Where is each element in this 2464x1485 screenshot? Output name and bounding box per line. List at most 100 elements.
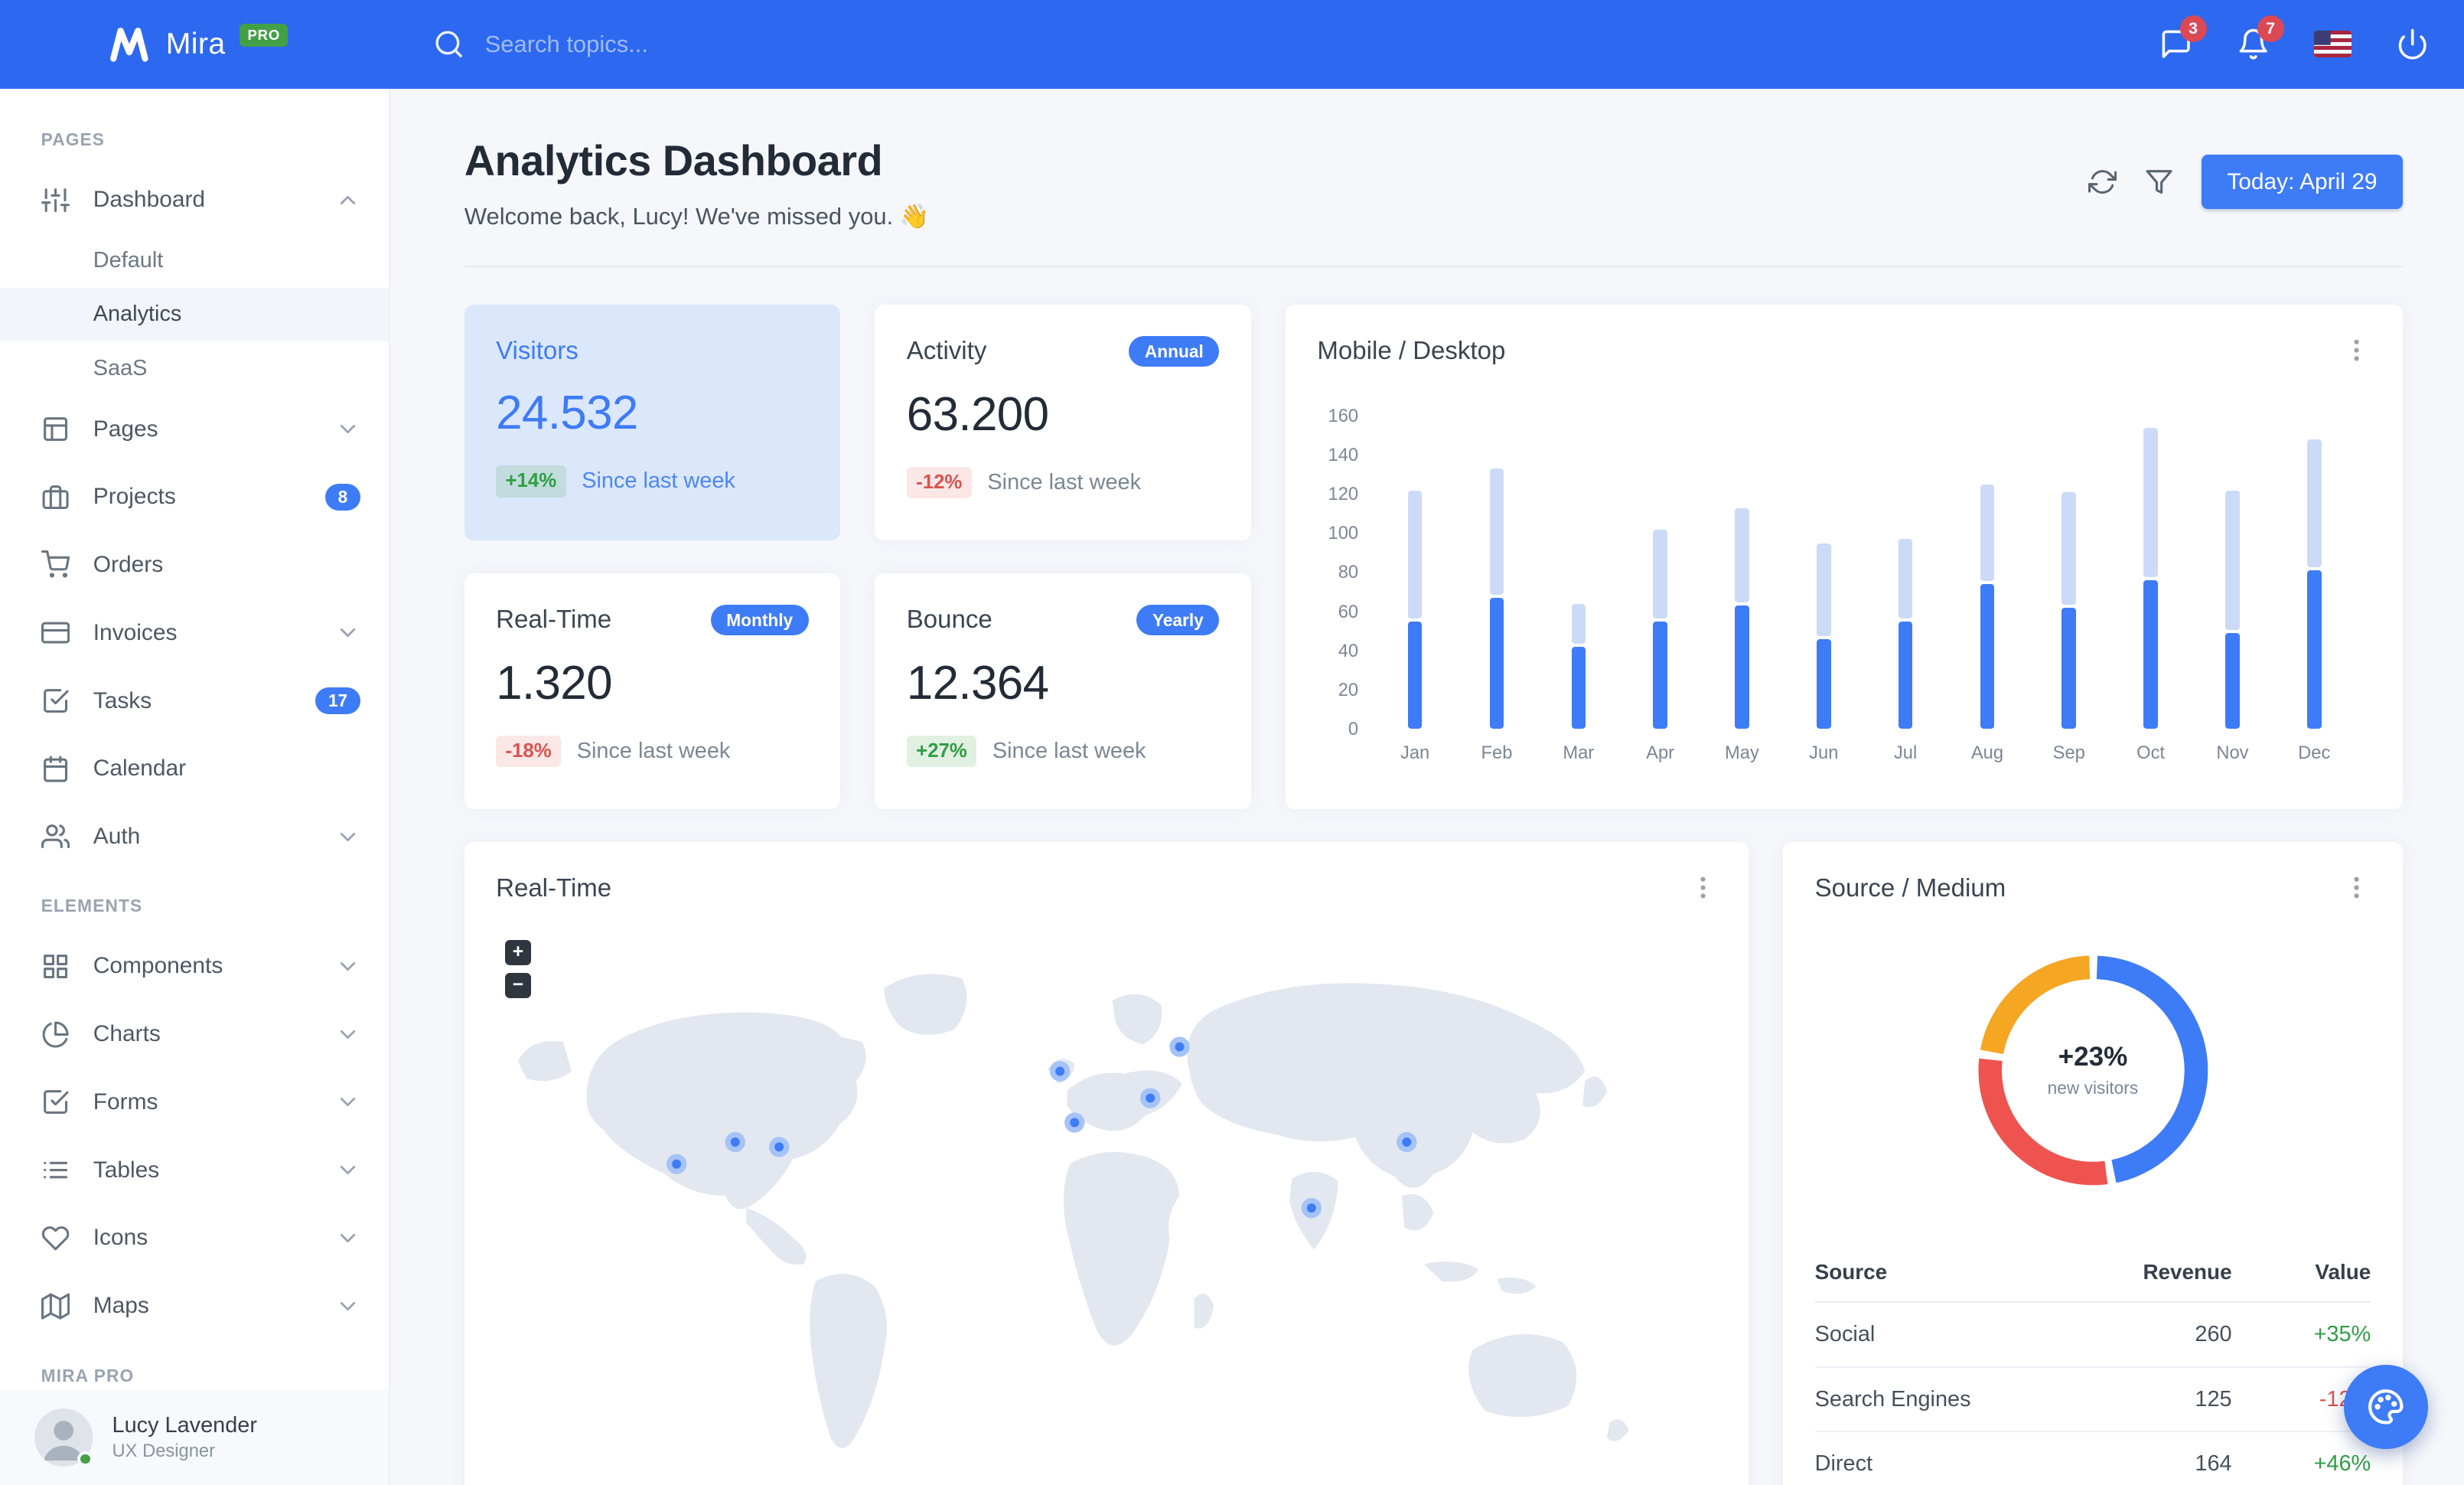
sidebar-item-analytics[interactable]: Analytics (0, 287, 389, 341)
chevron-down-icon (335, 1089, 360, 1115)
notifications-button[interactable]: 7 (2237, 15, 2284, 60)
sign-out-button[interactable] (2396, 28, 2429, 60)
bar-dec[interactable] (2273, 416, 2355, 729)
users-icon (41, 822, 70, 850)
sidebar-item-tables[interactable]: Tables (0, 1136, 389, 1204)
refresh-icon[interactable] (2088, 168, 2117, 196)
bar-aug[interactable] (1947, 416, 2029, 729)
sidebar-item-orders[interactable]: Orders (0, 531, 389, 599)
messages-button[interactable]: 3 (2159, 15, 2207, 60)
stat-value: 63.200 (906, 387, 1049, 441)
search-input[interactable] (484, 30, 959, 58)
bar-mar[interactable] (1537, 416, 1619, 729)
grid-icon (41, 952, 70, 981)
map-marker[interactable] (667, 1154, 687, 1174)
map-marker[interactable] (1140, 1088, 1161, 1108)
sidebar-item-saas[interactable]: SaaS (0, 341, 389, 395)
date-range-button[interactable]: Today: April 29 (2202, 155, 2403, 210)
mobile-desktop-title: Mobile / Desktop (1317, 336, 1506, 365)
y-tick-label: 160 (1328, 406, 1359, 427)
bar-oct[interactable] (2110, 416, 2192, 729)
status-dot (77, 1451, 93, 1467)
filter-icon[interactable] (2145, 168, 2173, 196)
sidebar-section-elements: ELEMENTS (41, 896, 143, 916)
sidebar-section-pages: PAGES (41, 129, 106, 150)
map-icon (41, 1292, 70, 1320)
y-tick-label: 20 (1338, 680, 1359, 700)
brand-link[interactable]: Mira PRO (107, 22, 392, 67)
main-content: Analytics Dashboard Welcome back, Lucy! … (390, 89, 2464, 1485)
sidebar-item-components[interactable]: Components (0, 932, 389, 1000)
map-marker[interactable] (1064, 1112, 1085, 1133)
realtime-map-card: Real-Time + − (464, 841, 1749, 1485)
sidebar-item-maps[interactable]: Maps (0, 1272, 389, 1340)
theme-settings-button[interactable] (2344, 1365, 2428, 1449)
stat-delta-badge: +27% (906, 735, 977, 767)
map-marker[interactable] (1169, 1036, 1190, 1057)
credit-card-icon (41, 618, 70, 647)
sidebar-section-mira-pro: MIRA PRO (41, 1365, 135, 1385)
zoom-in-button[interactable]: + (505, 939, 531, 965)
source-medium-card: Source / Medium +23% new visitors Source… (1783, 841, 2403, 1485)
world-map[interactable] (496, 925, 1717, 1485)
map-marker[interactable] (725, 1131, 746, 1153)
more-vertical-icon[interactable] (2342, 873, 2371, 902)
column-source: Source (1814, 1244, 2055, 1304)
x-tick-label: Nov (2216, 742, 2249, 763)
notifications-count-badge: 7 (2257, 15, 2284, 42)
y-tick-label: 100 (1328, 524, 1359, 544)
more-vertical-icon[interactable] (2342, 336, 2371, 364)
bar-jun[interactable] (1783, 416, 1865, 729)
sidebar-item-icons[interactable]: Icons (0, 1204, 389, 1272)
y-tick-label: 80 (1338, 563, 1359, 583)
sidebar-item-auth[interactable]: Auth (0, 803, 389, 871)
x-tick-label: Jun (1809, 742, 1839, 763)
bar-jul[interactable] (1865, 416, 1947, 729)
map-marker[interactable] (1050, 1061, 1071, 1082)
sidebar-item-invoices[interactable]: Invoices (0, 599, 389, 667)
bar-sep[interactable] (2028, 416, 2110, 729)
stat-card-real-time: Real-Time Monthly 1.320 -18% Since last … (464, 573, 841, 809)
sidebar-item-dashboard[interactable]: Dashboard (0, 166, 389, 234)
bar-apr[interactable] (1619, 416, 1701, 729)
bar-nov[interactable] (2192, 416, 2273, 729)
language-button[interactable] (2313, 31, 2352, 58)
stat-card-activity: Activity Annual 63.200 -12% Since last w… (875, 305, 1251, 540)
sidebar-item-calendar[interactable]: Calendar (0, 735, 389, 803)
sidebar-item-forms[interactable]: Forms (0, 1069, 389, 1137)
more-vertical-icon[interactable] (1689, 873, 1717, 902)
map-marker[interactable] (1301, 1198, 1322, 1219)
sidebar-item-projects[interactable]: Projects 8 (0, 463, 389, 531)
chevron-down-icon (335, 1294, 360, 1319)
bar-jan[interactable] (1374, 416, 1456, 729)
top-navbar: Mira PRO 3 7 (0, 0, 2464, 89)
shopping-cart-icon (41, 550, 70, 579)
cell-source: Search Engines (1814, 1366, 2055, 1433)
heart-icon (41, 1224, 70, 1252)
bar-feb[interactable] (1456, 416, 1538, 729)
sidebar-user[interactable]: Lucy Lavender UX Designer (0, 1390, 389, 1485)
x-tick-label: Feb (1481, 742, 1513, 763)
stat-delta-badge: -18% (496, 735, 562, 767)
stat-caption: Since last week (992, 738, 1146, 763)
sidebar-item-pages[interactable]: Pages (0, 395, 389, 463)
map-continents (517, 974, 1629, 1448)
stat-period-badge: Annual (1129, 336, 1220, 367)
user-role: UX Designer (112, 1441, 215, 1462)
x-tick-label: Dec (2298, 742, 2331, 763)
map-marker[interactable] (1397, 1131, 1417, 1153)
column-value: Value (2231, 1244, 2371, 1304)
bar-may[interactable] (1701, 416, 1783, 729)
stat-title: Visitors (496, 336, 579, 365)
chevron-up-icon (335, 188, 360, 213)
sidebar-item-charts[interactable]: Charts (0, 1000, 389, 1069)
brand-name: Mira (165, 27, 226, 60)
x-tick-label: Apr (1646, 742, 1675, 763)
cell-source: Direct (1814, 1431, 2055, 1485)
map-marker[interactable] (769, 1137, 790, 1157)
sidebar-item-tasks[interactable]: Tasks 17 (0, 667, 389, 735)
sidebar-item-default[interactable]: Default (0, 234, 389, 288)
sidebar-badge-projects: 8 (325, 483, 360, 511)
zoom-out-button[interactable]: − (505, 973, 531, 999)
stat-card-visitors: Visitors 24.532 +14% Since last week (464, 305, 841, 540)
